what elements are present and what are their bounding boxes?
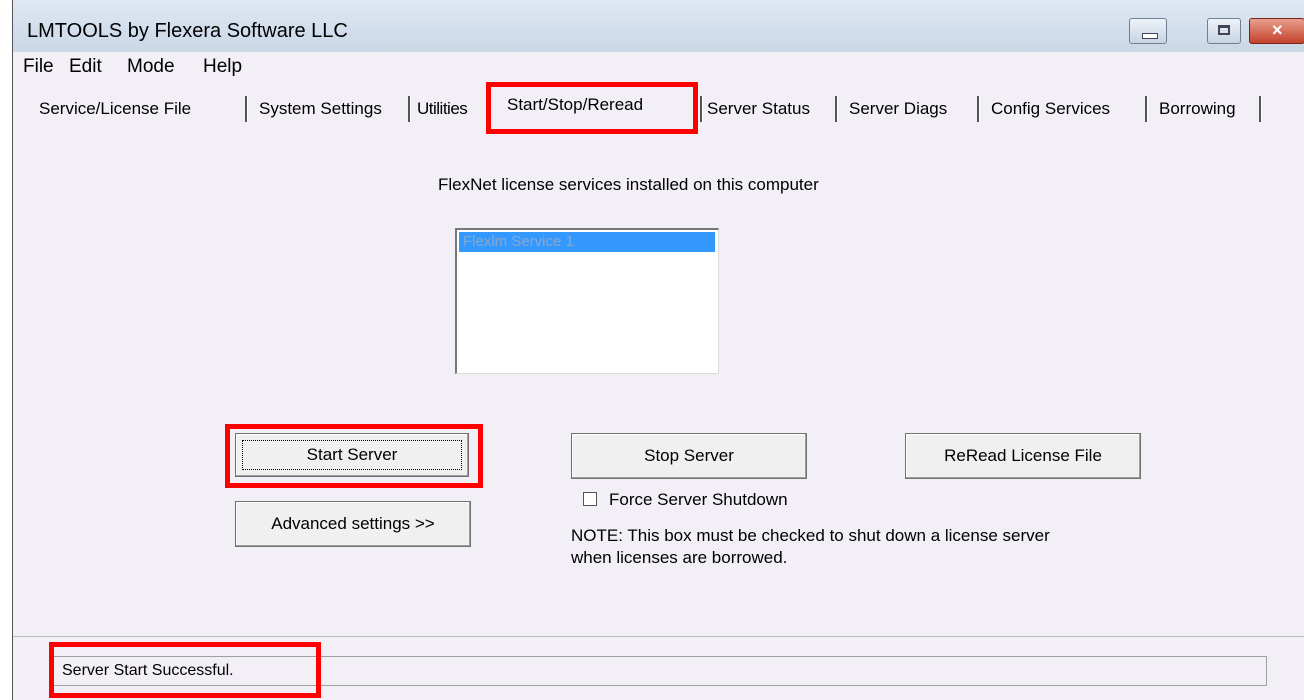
menu-mode[interactable]: Mode <box>127 56 175 78</box>
menu-bar: File Edit Mode Help <box>13 52 1304 82</box>
status-highlight-box <box>49 642 321 698</box>
tab-separator <box>245 96 248 122</box>
tab-system-settings[interactable]: System Settings <box>259 90 382 128</box>
divider <box>13 636 1304 637</box>
stop-server-button[interactable]: Stop Server <box>571 433 807 479</box>
stop-server-label: Stop Server <box>644 446 734 465</box>
list-item[interactable]: Flexlm Service 1 <box>459 232 715 252</box>
maximize-icon <box>1218 25 1230 35</box>
tab-server-diags[interactable]: Server Diags <box>849 90 947 128</box>
services-heading: FlexNet license services installed on th… <box>438 175 819 194</box>
maximize-button[interactable] <box>1207 18 1241 44</box>
lmtools-window: LMTOOLS by Flexera Software LLC × File E… <box>12 0 1304 700</box>
tab-separator <box>1145 96 1148 122</box>
minimize-icon <box>1142 33 1158 39</box>
tab-server-status[interactable]: Server Status <box>707 90 810 128</box>
close-button[interactable]: × <box>1249 18 1304 44</box>
tab-separator <box>408 96 411 122</box>
advanced-settings-button[interactable]: Advanced settings >> <box>235 501 471 547</box>
force-shutdown-checkbox[interactable] <box>583 492 597 506</box>
close-icon: × <box>1272 20 1283 40</box>
menu-help[interactable]: Help <box>203 56 242 78</box>
services-listbox[interactable]: Flexlm Service 1 <box>455 228 719 374</box>
title-bar[interactable]: LMTOOLS by Flexera Software LLC × <box>13 0 1304 52</box>
tab-separator <box>977 96 980 122</box>
menu-edit[interactable]: Edit <box>69 56 102 78</box>
tab-utilities[interactable]: Utilities <box>417 90 468 128</box>
window-title: LMTOOLS by Flexera Software LLC <box>27 20 348 42</box>
start-server-button[interactable]: Start Server <box>235 433 469 477</box>
tab-config-services[interactable]: Config Services <box>991 90 1110 128</box>
tab-highlight-box <box>486 82 698 134</box>
note-line-1: NOTE: This box must be checked to shut d… <box>571 526 1050 545</box>
reread-license-file-label: ReRead License File <box>944 446 1102 465</box>
advanced-settings-label: Advanced settings >> <box>271 514 435 533</box>
tab-separator <box>1259 96 1262 122</box>
reread-license-file-button[interactable]: ReRead License File <box>905 433 1141 479</box>
minimize-button[interactable] <box>1129 18 1167 44</box>
note-line-2: when licenses are borrowed. <box>571 548 788 567</box>
tab-separator <box>700 96 703 122</box>
menu-file[interactable]: File <box>23 56 54 78</box>
tab-separator <box>835 96 838 122</box>
tab-service-license-file[interactable]: Service/License File <box>39 90 191 128</box>
force-shutdown-label[interactable]: Force Server Shutdown <box>609 490 788 510</box>
tab-borrowing[interactable]: Borrowing <box>1159 90 1236 128</box>
focus-ring <box>242 440 462 470</box>
